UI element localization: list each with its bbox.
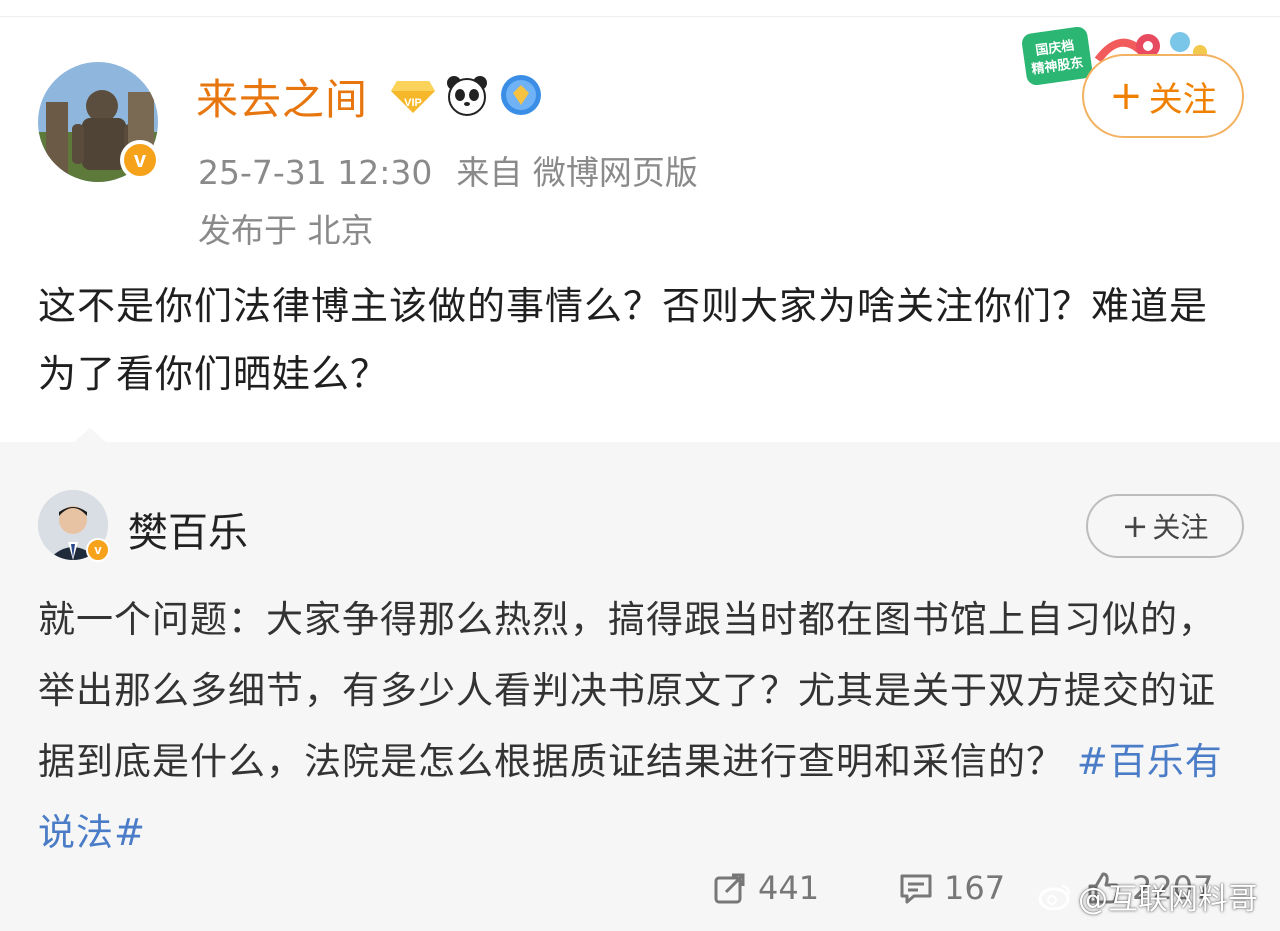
repost-follow-label: 关注 xyxy=(1152,511,1209,544)
repost-content: 就一个问题：大家争得那么热烈，搞得跟当时都在图书馆上自习似的，举出那么多细节，有… xyxy=(38,584,1248,868)
comment-count: 167 xyxy=(944,869,1006,907)
post-source[interactable]: 来自 微博网页版 xyxy=(456,153,698,192)
repost-action[interactable]: 441 xyxy=(712,866,819,910)
repost-pointer xyxy=(72,428,108,444)
post-meta: 25-7-31 12:30 来自 微博网页版 xyxy=(198,146,698,194)
plus-icon: + xyxy=(1121,507,1149,545)
watermark-text: @互联网料哥 xyxy=(1078,882,1258,917)
repost-follow-button[interactable]: + 关注 xyxy=(1086,494,1244,558)
svg-text:VIP: VIP xyxy=(404,97,422,109)
watermark: @互联网料哥 xyxy=(1038,874,1258,918)
repost-body: 就一个问题：大家争得那么热烈，搞得跟当时都在图书馆上自习似的，举出那么多细节，有… xyxy=(38,598,1216,783)
comment-action[interactable]: 167 xyxy=(898,866,1005,910)
post-author-name[interactable]: 来去之间 xyxy=(196,66,368,127)
comment-icon xyxy=(900,874,932,904)
weibo-logo-icon xyxy=(1038,884,1071,910)
share-icon xyxy=(714,873,745,904)
panda-icon[interactable] xyxy=(444,72,490,118)
follow-button[interactable]: + 关注 xyxy=(1082,54,1244,138)
divider xyxy=(0,16,1280,17)
post-location: 发布于 北京 xyxy=(198,211,374,250)
verified-shield-icon[interactable] xyxy=(498,72,544,118)
repost-verified-badge: v xyxy=(86,538,110,562)
post-timestamp: 25-7-31 12:30 xyxy=(198,153,433,192)
follow-label: 关注 xyxy=(1148,79,1217,120)
verified-v-badge: v xyxy=(120,140,160,180)
post-content: 这不是你们法律博主该做的事情么？否则大家为啥关注你们？难道是为了看你们晒娃么？ xyxy=(38,284,1209,396)
plus-icon: + xyxy=(1109,73,1143,119)
vip-icon[interactable]: VIP xyxy=(390,72,436,118)
user-badges: VIP xyxy=(390,72,544,118)
repost-author-name[interactable]: 樊百乐 xyxy=(128,500,248,558)
repost-count: 441 xyxy=(758,869,820,907)
